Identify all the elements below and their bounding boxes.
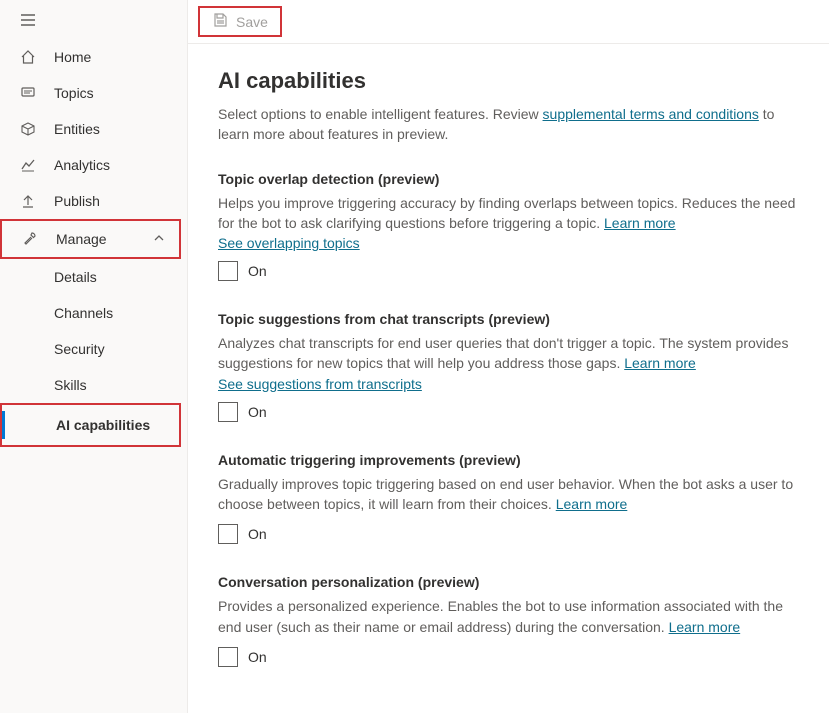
sidebar-subitem-security[interactable]: Security	[0, 331, 187, 367]
section-desc-text: Gradually improves topic triggering base…	[218, 476, 793, 512]
sidebar-subitem-ai-capabilities[interactable]: AI capabilities	[2, 405, 179, 445]
wrench-icon	[22, 231, 38, 247]
section-desc: Provides a personalized experience. Enab…	[218, 596, 805, 637]
toggle-label: On	[248, 263, 267, 279]
sidebar: Home Topics Entities Analytics Publish M…	[0, 0, 188, 713]
sidebar-item-home[interactable]: Home	[0, 39, 187, 75]
home-icon	[20, 49, 36, 65]
sidebar-subitem-label: Channels	[54, 305, 113, 321]
personalization-checkbox[interactable]	[218, 647, 238, 667]
section-title: Topic overlap detection (preview)	[218, 171, 805, 187]
toggle-label: On	[248, 649, 267, 665]
sidebar-item-label: Manage	[56, 231, 107, 247]
sidebar-item-label: Entities	[54, 121, 100, 137]
intro-prefix: Select options to enable intelligent fea…	[218, 106, 543, 122]
section-desc-text: Analyzes chat transcripts for end user q…	[218, 335, 788, 371]
page-intro: Select options to enable intelligent fea…	[218, 104, 805, 145]
section-title: Conversation personalization (preview)	[218, 574, 805, 590]
toolbar: Save	[188, 0, 829, 44]
sidebar-item-label: Topics	[54, 85, 94, 101]
sidebar-subitem-label: Security	[54, 341, 105, 357]
auto-triggering-checkbox[interactable]	[218, 524, 238, 544]
sidebar-subitem-label: Skills	[54, 377, 87, 393]
sidebar-subitem-skills[interactable]: Skills	[0, 367, 187, 403]
toggle-label: On	[248, 404, 267, 420]
section-personalization: Conversation personalization (preview) P…	[218, 574, 805, 667]
section-auto-triggering: Automatic triggering improvements (previ…	[218, 452, 805, 545]
sidebar-subitem-label: AI capabilities	[56, 417, 150, 433]
section-desc: Analyzes chat transcripts for end user q…	[218, 333, 805, 374]
sidebar-item-label: Home	[54, 49, 91, 65]
sidebar-item-publish[interactable]: Publish	[0, 183, 187, 219]
topic-overlap-checkbox[interactable]	[218, 261, 238, 281]
sidebar-subitem-channels[interactable]: Channels	[0, 295, 187, 331]
sidebar-item-label: Publish	[54, 193, 100, 209]
see-suggestions-link[interactable]: See suggestions from transcripts	[218, 376, 805, 392]
page-title: AI capabilities	[218, 68, 805, 94]
section-desc: Gradually improves topic triggering base…	[218, 474, 805, 515]
main-area: Save AI capabilities Select options to e…	[188, 0, 829, 713]
analytics-icon	[20, 157, 36, 173]
learn-more-link[interactable]: Learn more	[624, 355, 696, 371]
section-title: Topic suggestions from chat transcripts …	[218, 311, 805, 327]
toggle-label: On	[248, 526, 267, 542]
sidebar-item-analytics[interactable]: Analytics	[0, 147, 187, 183]
chevron-up-icon	[153, 231, 165, 247]
content: AI capabilities Select options to enable…	[188, 44, 829, 713]
sidebar-subitem-details[interactable]: Details	[0, 259, 187, 295]
publish-icon	[20, 193, 36, 209]
sidebar-item-label: Analytics	[54, 157, 110, 173]
learn-more-link[interactable]: Learn more	[669, 619, 741, 635]
learn-more-link[interactable]: Learn more	[556, 496, 628, 512]
entities-icon	[20, 121, 36, 137]
sidebar-item-manage[interactable]: Manage	[2, 221, 179, 257]
section-topic-suggestions: Topic suggestions from chat transcripts …	[218, 311, 805, 422]
save-button[interactable]: Save	[198, 6, 282, 37]
save-label: Save	[236, 14, 268, 30]
section-topic-overlap: Topic overlap detection (preview) Helps …	[218, 171, 805, 282]
supplemental-terms-link[interactable]: supplemental terms and conditions	[543, 106, 759, 122]
hamburger-button[interactable]	[0, 0, 187, 39]
learn-more-link[interactable]: Learn more	[604, 215, 676, 231]
sidebar-item-topics[interactable]: Topics	[0, 75, 187, 111]
sidebar-item-entities[interactable]: Entities	[0, 111, 187, 147]
topic-suggestions-checkbox[interactable]	[218, 402, 238, 422]
sidebar-subitem-label: Details	[54, 269, 97, 285]
section-title: Automatic triggering improvements (previ…	[218, 452, 805, 468]
section-desc-text: Helps you improve triggering accuracy by…	[218, 195, 795, 231]
save-icon	[212, 12, 228, 31]
section-desc: Helps you improve triggering accuracy by…	[218, 193, 805, 234]
see-overlapping-topics-link[interactable]: See overlapping topics	[218, 235, 805, 251]
topics-icon	[20, 85, 36, 101]
